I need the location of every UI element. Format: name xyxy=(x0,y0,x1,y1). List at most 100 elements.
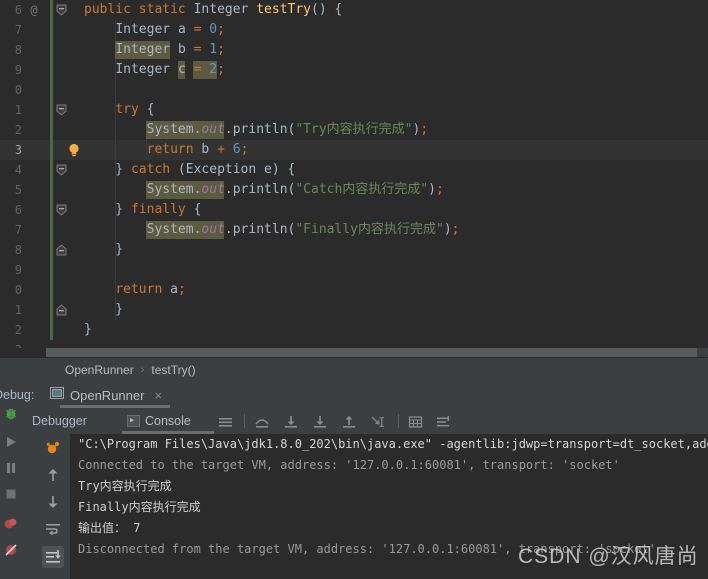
vcs-change-marker[interactable] xyxy=(50,0,53,20)
code-line[interactable]: 2 System.out.println("Try内容执行完成"); xyxy=(0,120,708,140)
breadcrumb: OpenRunner › testTry() xyxy=(0,358,708,382)
tab-debugger[interactable]: Debugger xyxy=(32,408,87,434)
soft-wrap-icon[interactable] xyxy=(44,520,62,538)
code-line[interactable]: 6 @ public static Integer testTry() { xyxy=(0,0,708,20)
toolbar-separator xyxy=(244,414,245,428)
toolbar-separator-2 xyxy=(398,414,399,428)
line-number: 1 xyxy=(14,103,22,117)
line-number: 7 xyxy=(14,223,22,237)
vcs-change-marker[interactable] xyxy=(50,200,53,220)
close-icon[interactable]: × xyxy=(154,388,162,403)
code-fold-toggle-icon[interactable] xyxy=(56,160,70,180)
code-line[interactable]: 4 } catch (Exception e) { xyxy=(0,160,708,180)
debug-session-tab-label: OpenRunner xyxy=(70,387,145,403)
force-step-into-icon[interactable] xyxy=(312,414,327,428)
code-line[interactable]: 2} xyxy=(0,320,708,340)
editor-horizontal-scrollbar[interactable] xyxy=(46,348,708,357)
code-fold-toggle-icon[interactable] xyxy=(56,240,70,260)
code-line[interactable]: 7 System.out.println("Finally内容执行完成"); xyxy=(0,220,708,240)
gutter-annotation-icon[interactable]: @ xyxy=(26,0,42,20)
console-line: Try内容执行完成 xyxy=(78,479,172,493)
breadcrumb-item-method[interactable]: testTry() xyxy=(149,363,197,377)
code-fold-toggle-icon[interactable] xyxy=(56,0,70,20)
console-line: Disconnected from the target VM, address… xyxy=(78,542,656,556)
code-line[interactable]: 0 xyxy=(0,80,708,100)
code-text: System.out.println("Catch内容执行完成"); xyxy=(146,182,444,197)
vcs-change-marker[interactable] xyxy=(50,40,53,60)
run-to-cursor-icon[interactable] xyxy=(370,414,385,428)
code-fold-toggle-icon[interactable] xyxy=(56,300,70,320)
console-line: 输出值： 7 xyxy=(78,521,141,535)
editor-hscroll-gutter xyxy=(0,348,46,357)
vcs-change-marker[interactable] xyxy=(50,160,53,180)
line-number: 8 xyxy=(14,43,22,57)
code-text: System.out.println("Finally内容执行完成"); xyxy=(146,222,460,237)
code-text: } xyxy=(84,242,124,257)
step-into-icon[interactable] xyxy=(283,414,298,428)
debug-window-label: Debug: xyxy=(0,388,35,402)
indent-guide xyxy=(115,260,117,280)
line-number: 9 xyxy=(14,63,22,77)
console-output[interactable]: "C:\Program Files\Java\jdk1.8.0_202\bin\… xyxy=(70,434,708,579)
vcs-change-marker[interactable] xyxy=(50,240,53,260)
console-line: "C:\Program Files\Java\jdk1.8.0_202\bin\… xyxy=(78,437,708,451)
debug-bug-icon[interactable] xyxy=(3,406,19,422)
code-text: System.out.println("Try内容执行完成"); xyxy=(146,122,429,137)
layout-settings-icon[interactable] xyxy=(436,414,451,428)
vcs-change-marker[interactable] xyxy=(50,80,53,100)
vcs-change-marker[interactable] xyxy=(50,60,53,80)
mute-breakpoints-icon[interactable] xyxy=(3,542,19,558)
code-line[interactable]: 9 Integer c = 2; xyxy=(0,60,708,80)
ide-window: 6 @ public static Integer testTry() {7 Int… xyxy=(0,0,708,579)
vcs-change-marker[interactable] xyxy=(50,320,53,340)
code-line[interactable]: 0 return a; xyxy=(0,280,708,300)
code-editor[interactable]: 6 @ public static Integer testTry() {7 Int… xyxy=(0,0,708,350)
code-line[interactable]: 8 Integer b = 1; xyxy=(0,40,708,60)
code-text: Integer c = 2; xyxy=(115,62,225,77)
code-line[interactable]: 6 } finally { xyxy=(0,200,708,220)
step-over-icon[interactable] xyxy=(254,414,269,428)
vcs-change-marker[interactable] xyxy=(50,220,53,240)
code-line[interactable]: 5 System.out.println("Catch内容执行完成"); xyxy=(0,180,708,200)
vcs-change-marker[interactable] xyxy=(50,120,53,140)
scroll-to-end-icon[interactable] xyxy=(42,546,64,568)
show-execution-point-icon[interactable] xyxy=(218,414,233,428)
line-number: 0 xyxy=(14,83,22,97)
debug-session-icon xyxy=(50,386,64,404)
down-arrow-icon[interactable] xyxy=(44,493,62,511)
line-number: 3 xyxy=(14,143,22,157)
step-out-icon[interactable] xyxy=(341,414,356,428)
code-line[interactable]: 8 } xyxy=(0,240,708,260)
evaluate-expression-icon[interactable] xyxy=(408,414,423,428)
code-line[interactable]: 1 try { xyxy=(0,100,708,120)
rerun-debug-icon[interactable] xyxy=(44,439,62,457)
pause-program-icon[interactable] xyxy=(3,460,19,476)
vcs-change-marker[interactable] xyxy=(50,100,53,120)
debug-tab-bar: Debugger Console xyxy=(22,408,708,434)
resume-program-icon[interactable] xyxy=(3,434,19,450)
code-line[interactable]: 9 xyxy=(0,260,708,280)
breadcrumb-item-class[interactable]: OpenRunner xyxy=(63,363,136,377)
debug-actions-strip xyxy=(0,408,22,579)
vcs-change-marker[interactable] xyxy=(50,260,53,280)
indent-guide xyxy=(115,80,117,100)
vcs-change-marker[interactable] xyxy=(50,300,53,320)
vcs-change-marker[interactable] xyxy=(50,20,53,40)
console-icon xyxy=(127,414,140,427)
code-fold-toggle-icon[interactable] xyxy=(56,200,70,220)
stop-program-icon[interactable] xyxy=(3,486,19,502)
up-arrow-icon[interactable] xyxy=(44,466,62,484)
line-number: 9 xyxy=(14,263,22,277)
view-breakpoints-icon[interactable] xyxy=(3,516,19,532)
code-line[interactable]: 7 Integer a = 0; xyxy=(0,20,708,40)
code-text: public static Integer testTry() { xyxy=(84,2,343,17)
line-number: 4 xyxy=(14,163,22,177)
code-line[interactable]: 3 return b + 6; xyxy=(0,140,708,160)
code-fold-toggle-icon[interactable] xyxy=(56,100,70,120)
vcs-change-marker[interactable] xyxy=(50,140,53,160)
vcs-change-marker[interactable] xyxy=(50,180,53,200)
vcs-change-marker[interactable] xyxy=(50,280,53,300)
code-line[interactable]: 1 } xyxy=(0,300,708,320)
intention-bulb-icon[interactable] xyxy=(66,142,82,158)
editor-hscroll-thumb[interactable] xyxy=(46,348,697,357)
